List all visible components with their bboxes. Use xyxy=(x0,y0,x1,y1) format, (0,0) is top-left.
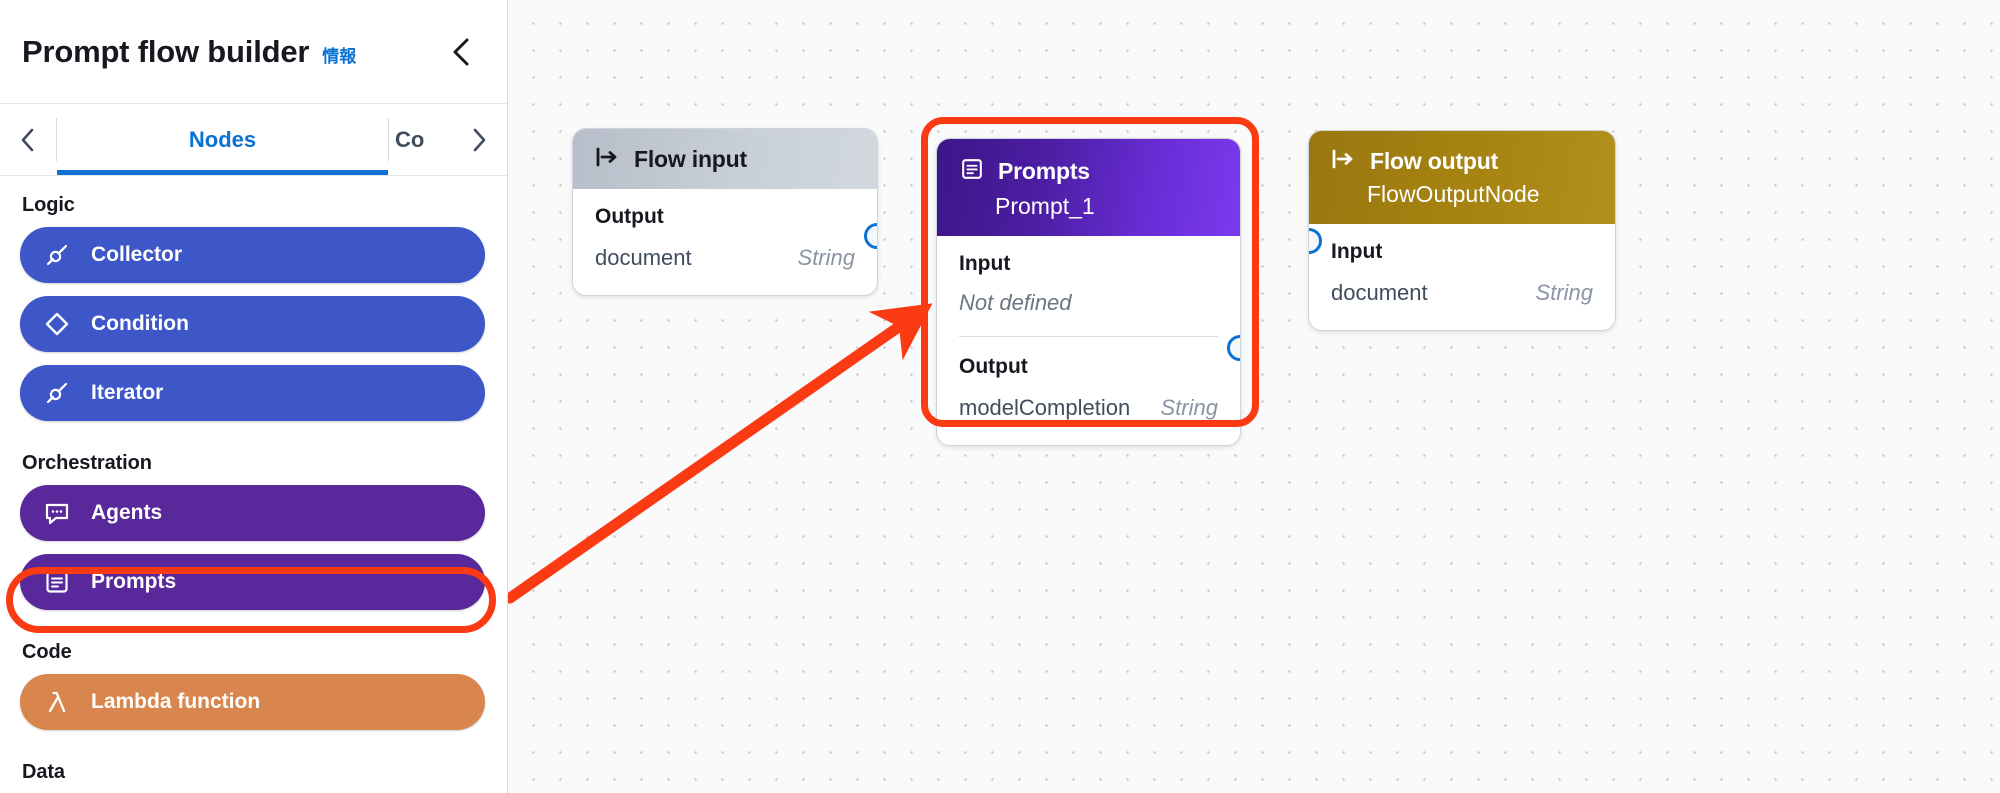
palette-item-label: Prompts xyxy=(91,570,177,593)
sidebar-tabs: Nodes Co xyxy=(0,104,507,176)
palette-item-agents[interactable]: Agents xyxy=(20,485,485,541)
document-lines-icon xyxy=(42,567,72,597)
palette-item-label: Agents xyxy=(91,501,163,524)
section-label-input: Input xyxy=(1331,240,1383,263)
node-title: Flow output xyxy=(1370,148,1499,174)
lambda-icon xyxy=(42,687,72,717)
node-title: Prompts xyxy=(998,158,1090,184)
tabs-next-icon[interactable] xyxy=(451,104,507,175)
sidebar-panel: Prompt flow builder 情報 Nodes Co Logic Co… xyxy=(0,0,508,793)
chat-bubble-icon xyxy=(42,498,72,528)
sidebar-header: Prompt flow builder 情報 xyxy=(0,0,507,104)
flow-node-flow-input[interactable]: Flow input Output document String xyxy=(572,128,878,296)
port-row-input-document: document String xyxy=(1331,278,1593,308)
node-body: Output document String xyxy=(573,189,877,295)
arrow-annotation xyxy=(508,303,933,604)
group-label-logic: Logic xyxy=(22,194,75,216)
palette-item-lambda-function[interactable]: Lambda function xyxy=(20,674,485,730)
port-type: String xyxy=(1535,280,1593,305)
palette-item-label: Condition xyxy=(91,312,189,335)
section-label-input: Input xyxy=(959,252,1011,275)
flow-canvas[interactable]: Flow input Output document String Prompt xyxy=(508,0,2000,793)
node-header: Prompts Prompt_1 xyxy=(937,139,1240,236)
flow-input-icon xyxy=(595,146,621,173)
section-label-output: Output xyxy=(959,355,1028,378)
palette-item-collector[interactable]: Collector xyxy=(20,227,485,283)
section-divider xyxy=(959,336,1218,337)
flow-node-prompts[interactable]: Prompts Prompt_1 Input Not defined Outpu… xyxy=(936,138,1241,446)
tab-nodes[interactable]: Nodes xyxy=(57,104,388,175)
port-name: document xyxy=(595,245,692,270)
connector-icon xyxy=(42,240,72,270)
node-palette-list: Logic Collector Condition Iterator Orche… xyxy=(0,176,507,793)
port-type: String xyxy=(1160,395,1218,420)
palette-item-label: Iterator xyxy=(91,381,164,404)
port-name: modelCompletion xyxy=(959,395,1131,420)
node-subtitle: FlowOutputNode xyxy=(1367,181,1540,207)
palette-item-prompts[interactable]: Prompts xyxy=(20,554,485,610)
prompt-flow-builder-app: Prompt flow builder 情報 Nodes Co Logic Co… xyxy=(0,0,2000,793)
group-label-code: Code xyxy=(22,641,72,663)
palette-item-label: Lambda function xyxy=(91,690,261,713)
palette-item-condition[interactable]: Condition xyxy=(20,296,485,352)
flow-node-flow-output[interactable]: Flow output FlowOutputNode Input documen… xyxy=(1308,130,1616,331)
flow-output-icon xyxy=(1331,148,1357,175)
chevron-left-icon[interactable] xyxy=(441,32,481,72)
node-body: Input Not defined Output modelCompletion… xyxy=(937,236,1240,445)
port-row-output-modelcompletion: modelCompletion String xyxy=(959,393,1218,423)
section-label-output: Output xyxy=(595,205,664,228)
node-title: Flow input xyxy=(634,146,747,172)
node-header: Flow output FlowOutputNode xyxy=(1309,131,1615,224)
port-type: String xyxy=(797,245,855,270)
input-not-defined-text: Not defined xyxy=(959,290,1072,315)
node-subtitle: Prompt_1 xyxy=(995,193,1095,219)
port-name: document xyxy=(1331,280,1428,305)
tabs-prev-icon[interactable] xyxy=(0,104,56,175)
palette-item-iterator[interactable]: Iterator xyxy=(20,365,485,421)
group-label-data: Data xyxy=(22,761,65,783)
group-label-orchestration: Orchestration xyxy=(22,452,152,474)
node-header: Flow input xyxy=(573,129,877,189)
info-link[interactable]: 情報 xyxy=(322,42,356,67)
node-body: Input document String xyxy=(1309,224,1615,330)
tab-components-label: Co xyxy=(395,126,425,152)
page-title: Prompt flow builder xyxy=(22,33,310,69)
tab-components[interactable]: Co xyxy=(389,104,451,175)
document-lines-icon xyxy=(959,156,985,187)
port-row-output-document: document String xyxy=(595,243,855,273)
tab-nodes-label: Nodes xyxy=(188,126,257,152)
connector-icon xyxy=(42,378,72,408)
palette-item-label: Collector xyxy=(91,243,183,266)
diamond-icon xyxy=(42,309,72,339)
